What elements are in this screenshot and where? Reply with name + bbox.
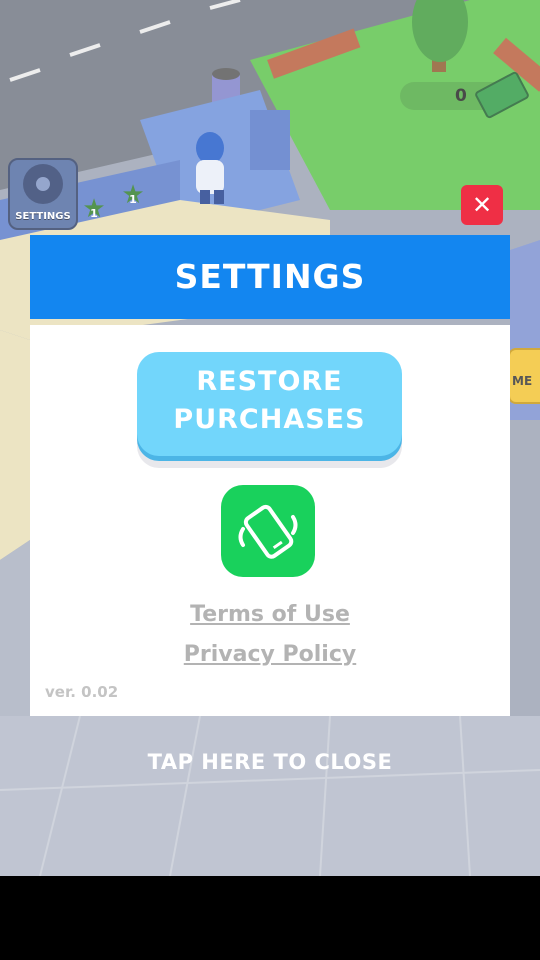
phone-vibrate-icon xyxy=(238,504,298,559)
privacy-policy-link[interactable]: Privacy Policy xyxy=(30,642,510,667)
terms-of-use-link[interactable]: Terms of Use xyxy=(30,602,510,627)
restore-label-line2: PURCHASES xyxy=(173,404,366,435)
vibration-toggle[interactable] xyxy=(221,485,315,577)
version-label: ver. 0.02 xyxy=(45,683,119,701)
restore-purchases-button[interactable]: RESTORE PURCHASES xyxy=(137,352,402,456)
close-button[interactable]: ✕ xyxy=(461,185,503,225)
tap-to-close-button[interactable]: TAP HERE TO CLOSE xyxy=(0,750,540,774)
settings-title: SETTINGS xyxy=(30,235,510,319)
close-icon: ✕ xyxy=(471,191,493,219)
bottom-black-bar xyxy=(0,876,540,960)
restore-label-line1: RESTORE xyxy=(196,366,343,397)
